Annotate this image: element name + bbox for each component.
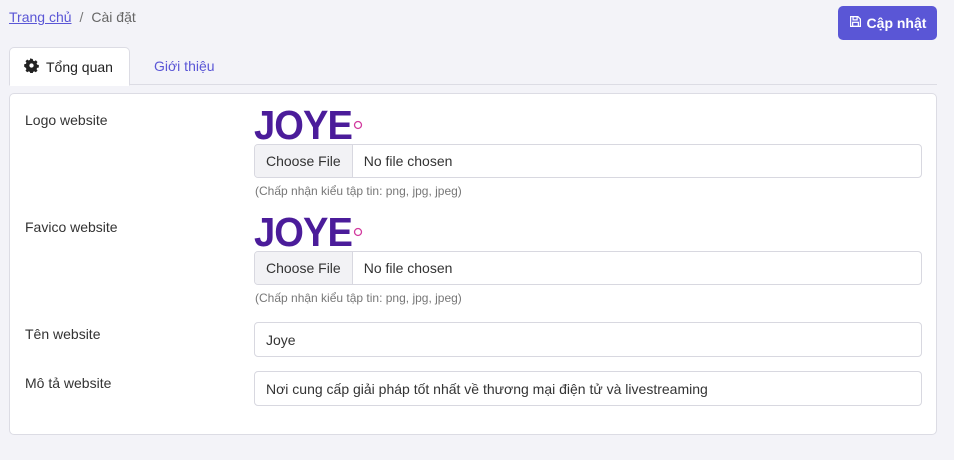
- logo-file-status: No file chosen: [363, 153, 453, 169]
- favicon-file-hint: (Chấp nhận kiểu tập tin: png, jpg, jpeg): [255, 291, 462, 305]
- breadcrumb-separator: /: [79, 9, 84, 25]
- tab-introduction-label: Giới thiệu: [154, 58, 215, 74]
- site-description-input[interactable]: [254, 371, 922, 406]
- breadcrumb: Trang chủ / Cài đặt: [9, 9, 136, 25]
- tab-bar: Tổng quan Giới thiệu: [9, 47, 937, 86]
- site-name-input[interactable]: [254, 322, 922, 357]
- favicon-choose-file-button[interactable]: Choose File: [255, 252, 353, 284]
- logo-preview-image: JOYE: [254, 106, 363, 142]
- tab-overview-label: Tổng quan: [46, 58, 113, 75]
- update-button-label: Cập nhật: [866, 15, 927, 31]
- favicon-file-status: No file chosen: [363, 260, 453, 276]
- logo-file-input[interactable]: Choose File No file chosen: [254, 144, 922, 178]
- update-button[interactable]: Cập nhật: [838, 6, 937, 40]
- logo-file-hint: (Chấp nhận kiểu tập tin: png, jpg, jpeg): [255, 184, 462, 198]
- site-name-label: Tên website: [25, 326, 101, 342]
- breadcrumb-current: Cài đặt: [91, 9, 136, 25]
- favicon-preview-image: JOYE: [254, 213, 363, 249]
- logo-choose-file-button[interactable]: Choose File: [255, 145, 353, 177]
- favicon-label: Favico website: [25, 219, 118, 235]
- save-icon: [849, 15, 862, 31]
- favicon-preview-text: JOYE: [254, 213, 352, 249]
- tab-overview[interactable]: Tổng quan: [9, 47, 130, 86]
- logo-preview-text: JOYE: [254, 106, 352, 142]
- favicon-file-input[interactable]: Choose File No file chosen: [254, 251, 922, 285]
- breadcrumb-home-link[interactable]: Trang chủ: [9, 9, 72, 25]
- gear-icon: [24, 57, 39, 76]
- site-description-label: Mô tả website: [25, 375, 112, 391]
- settings-panel: Logo website JOYE Choose File No file ch…: [9, 93, 937, 435]
- logo-label: Logo website: [25, 112, 108, 128]
- tab-introduction[interactable]: Giới thiệu: [140, 47, 229, 85]
